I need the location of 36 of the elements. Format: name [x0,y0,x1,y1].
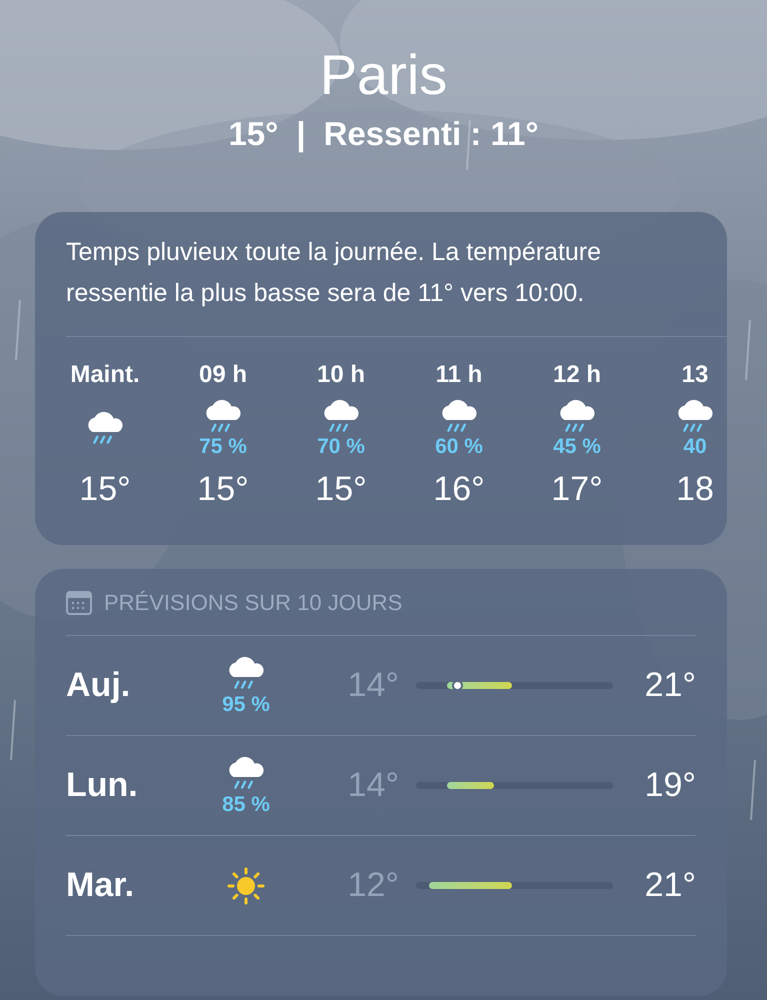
hour-temperature: 16° [433,469,485,510]
hour-label: 09 h [198,360,248,390]
temperature-range-bar [447,782,494,789]
precipitation-chance: 70 % [317,435,365,460]
weather-summary: Temps pluvieux toute la journée. La température ressentie la plus basse sera de 11° vers 10:00. [66,237,602,309]
precipitation-chance: 75 % [199,435,247,460]
hour-temperature: 15° [315,469,367,510]
city-name: Paris [320,42,448,108]
feels-like-temperature: Ressenti : 11° [324,114,539,154]
hour-label: 13 [682,360,708,390]
precipitation-chance: 95 % [222,692,270,717]
precipitation-chance: 60 % [435,435,483,460]
hour-label: Maint. [70,360,140,390]
day-label: Lun. [66,765,139,806]
low-temperature: 14° [346,665,399,706]
hour-temperature: 15° [197,469,249,510]
hour-temperature: 18 [676,469,714,510]
day-label: Mar. [66,865,136,906]
day-label: Auj. [66,665,132,706]
high-temperature: 21° [644,665,696,706]
hour-temperature: 15° [79,469,131,510]
current-temperature: 15° [228,114,278,154]
high-temperature: 21° [644,865,696,906]
precipitation-chance: 85 % [222,792,270,817]
low-temperature: 14° [346,765,399,806]
forecast-title: PRÉVISIONS SUR 10 JOURS [104,589,402,617]
high-temperature: 19° [644,765,696,806]
precipitation-chance: 40 [683,435,707,460]
low-temperature: 12° [346,865,399,906]
hour-temperature: 17° [551,469,603,510]
hour-label: 11 h [436,360,482,390]
precipitation-chance: 45 % [553,435,601,460]
hour-label: 12 h [552,360,602,390]
calendar-icon [66,591,92,615]
hour-label: 10 h [316,360,366,390]
separator: | [296,114,306,154]
